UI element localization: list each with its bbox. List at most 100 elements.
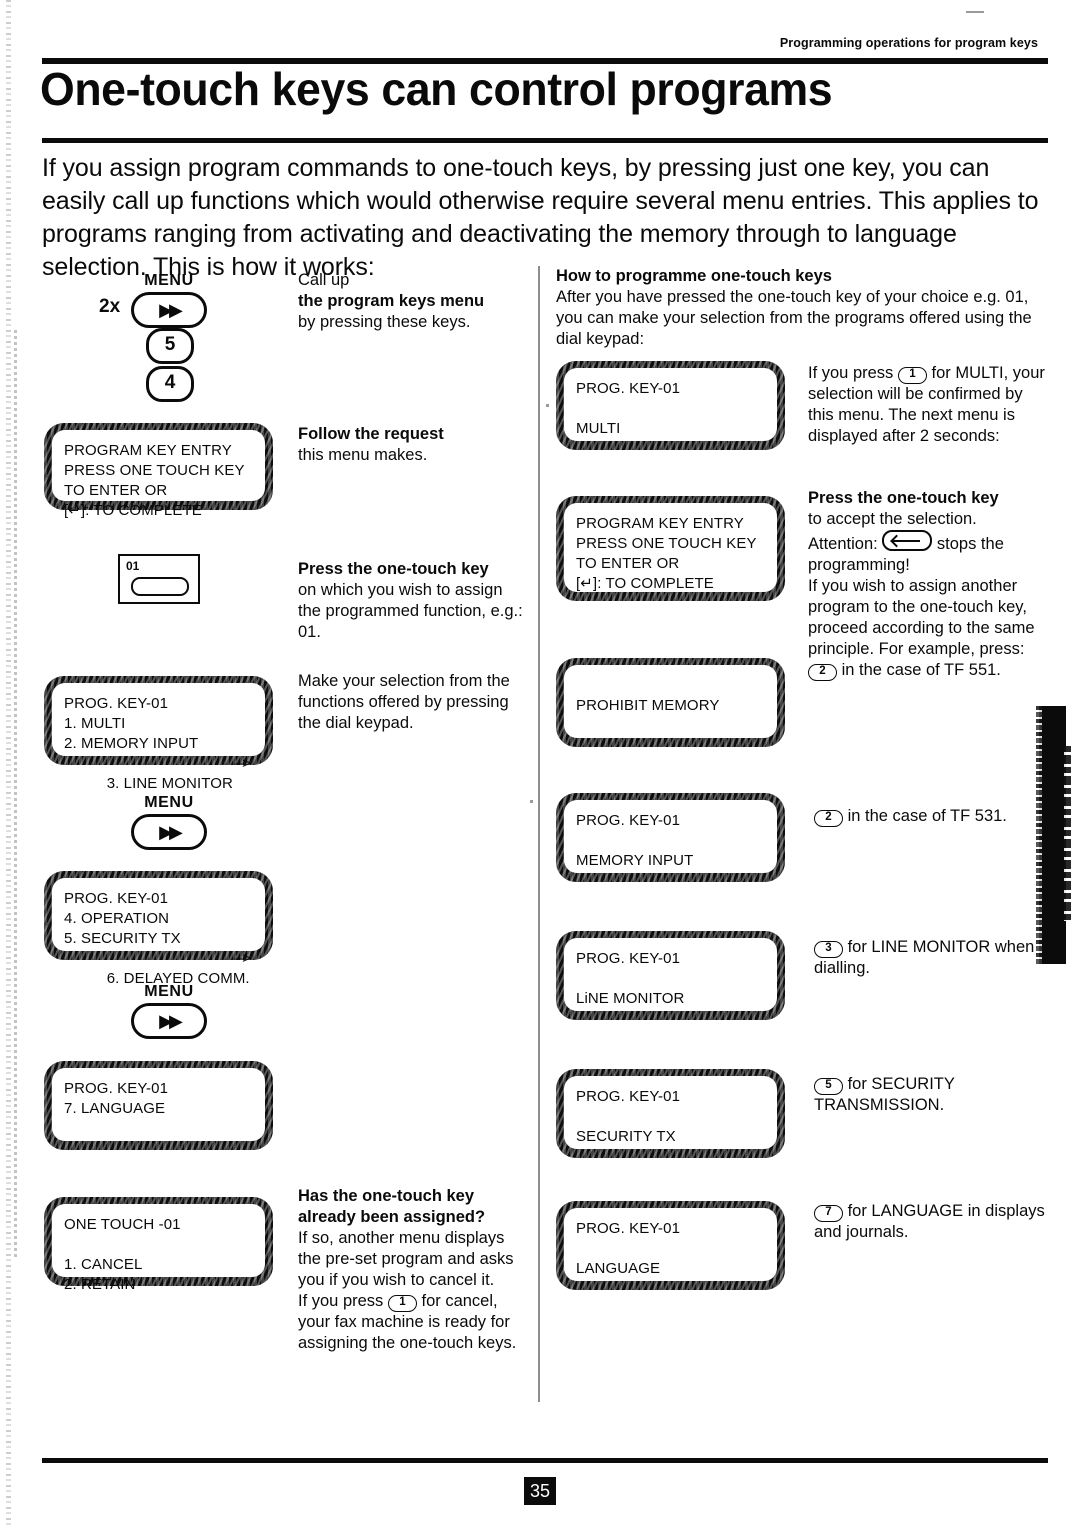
scan-speck	[966, 11, 984, 13]
note-press-line3: If you wish to assign another program to…	[808, 577, 1035, 658]
lcd-program-key-entry-right: PROGRAM KEY ENTRY PRESS ONE TOUCH KEY TO…	[556, 496, 785, 601]
next-page-arrow: –>	[233, 755, 251, 772]
lcd-one-touch-assigned: ONE TOUCH -01 1. CANCEL 2. RETAIN	[44, 1197, 273, 1293]
page-number: 35	[524, 1477, 556, 1505]
lcd-line: MEMORY INPUT	[576, 852, 694, 869]
step-already-assigned-body-b: If you press 1 for cancel, your fax mach…	[298, 1291, 530, 1354]
page-title: One-touch keys can control programs	[40, 63, 833, 115]
one-touch-key-number: 01	[126, 559, 140, 573]
menu-repeat-count: 2x	[99, 296, 121, 317]
one-touch-key-graphic[interactable]: 01	[118, 554, 200, 604]
lcd-screen: PROG. KEY-01 4. OPERATION 5. SECURITY TX…	[52, 878, 265, 987]
lcd-prog-key-menu-1: PROG. KEY-01 1. MULTI 2. MEMORY INPUT 3.…	[44, 676, 273, 792]
lcd-line: 1. MULTI	[64, 715, 126, 732]
digit-key-4[interactable]: 4	[146, 366, 194, 402]
lcd-blank-line	[576, 676, 765, 696]
intro-paragraph: If you assign program commands to one-to…	[42, 154, 1039, 281]
note-multi: If you press 1 for MULTI, your selection…	[808, 363, 1050, 447]
lcd-blank-line	[576, 1107, 765, 1127]
lcd-prohibit-memory: PROHIBIT MEMORY	[556, 658, 785, 747]
right-intro-block: How to programme one-touch keys After yo…	[556, 266, 1050, 350]
scan-edge-artifact-secondary	[14, 330, 17, 1260]
lcd-multi: PROG. KEY-01 MULTI	[556, 361, 785, 450]
lcd-blank-line	[576, 399, 765, 419]
lcd-line: MULTI	[576, 420, 621, 437]
step-already-assigned-body-a: If so, another menu displays the pre-set…	[298, 1229, 514, 1289]
menu-key-group-1: MENU 2x ▶▶	[99, 272, 224, 328]
lcd-line: 2. MEMORY INPUT	[64, 735, 199, 752]
lcd-line: PROG. KEY-01	[64, 1080, 169, 1097]
digit-key-5-group: 5	[128, 328, 212, 364]
lcd-line: 1. CANCEL	[64, 1256, 143, 1273]
lcd-line: LANGUAGE	[576, 1260, 661, 1277]
fast-forward-icon: ▶▶	[159, 300, 183, 320]
step-call-up-pre: Call up	[298, 271, 350, 289]
scan-speck	[546, 404, 549, 407]
lcd-screen: PROG. KEY-01 SECURITY TX	[564, 1076, 777, 1149]
lcd-line: LiNE MONITOR	[576, 990, 685, 1007]
step-press-one-touch-body: on which you wish to assign the programm…	[298, 581, 523, 641]
step-call-up-body: by pressing these keys.	[298, 313, 471, 331]
step-make-selection-body: Make your selection from the functions o…	[298, 672, 510, 732]
lcd-screen: PROHIBIT MEMORY	[564, 665, 777, 738]
lcd-line: 2. RETAIN	[64, 1276, 136, 1293]
lcd-line-monitor: PROG. KEY-01 LiNE MONITOR	[556, 931, 785, 1020]
lcd-line: PROGRAM KEY ENTRY	[576, 515, 744, 532]
note-press-line4: 2 in the case of TF 551.	[808, 660, 1050, 681]
digit-key-1-icon: 1	[387, 1295, 417, 1312]
note-line-monitor-text: 3 for LINE MONITOR when dialling.	[814, 937, 1050, 979]
menu-key-label: MENU	[144, 272, 194, 289]
note-press-line1: to accept the selection.	[808, 510, 977, 528]
lcd-line-text: 6. DELAYED COMM.	[106, 970, 250, 987]
lcd-line-text: 3. LINE MONITOR	[106, 775, 233, 792]
right-heading: How to programme one-touch keys	[556, 267, 832, 285]
lcd-screen: PROG. KEY-01 LANGUAGE	[564, 1208, 777, 1281]
lcd-line: TO ENTER OR	[576, 555, 680, 572]
lcd-line: TO ENTER OR	[64, 482, 168, 499]
thumb-index-tab	[1036, 706, 1071, 964]
note-press-heading: Press the one-touch key	[808, 489, 999, 507]
lcd-prog-key-menu-2: PROG. KEY-01 4. OPERATION 5. SECURITY TX…	[44, 871, 273, 987]
lcd-line: PROG. KEY-01	[576, 1088, 681, 1105]
step-call-up: Call up the program keys menu by pressin…	[298, 270, 530, 333]
digit-key-4-group: 4	[128, 366, 212, 402]
lcd-line: [↵]: TO COMPLETE	[576, 575, 714, 592]
digit-key-2-icon: 2	[814, 810, 843, 827]
lcd-language: PROG. KEY-01 LANGUAGE	[556, 1201, 785, 1290]
note-tf531-text: 2 in the case of TF 531.	[814, 806, 1050, 827]
header-rule-bottom	[42, 138, 1048, 143]
note-language-text: 7 for LANGUAGE in displays and journals.	[814, 1201, 1050, 1243]
lcd-line: PROHIBIT MEMORY	[576, 697, 720, 714]
lcd-line: PRESS ONE TOUCH KEY	[576, 535, 757, 552]
step-already-assigned: Has the one-touch key already been assig…	[298, 1186, 530, 1354]
lcd-line: [↵]: TO COMPLETE	[64, 502, 202, 519]
note-tf531: 2 in the case of TF 531.	[814, 806, 1050, 827]
lcd-blank-line	[576, 831, 765, 851]
lcd-screen: PROGRAM KEY ENTRY PRESS ONE TOUCH KEY TO…	[564, 503, 777, 592]
lcd-line: 6. DELAYED COMM. –>	[64, 949, 253, 1029]
note-tf531-post: in the case of TF 531.	[847, 807, 1007, 825]
cancel-note-pre: If you press	[298, 1292, 384, 1310]
scan-speck	[530, 800, 533, 803]
lcd-program-key-entry: PROGRAM KEY ENTRY PRESS ONE TOUCH KEY TO…	[44, 423, 273, 519]
digit-key-5-icon: 5	[814, 1078, 843, 1095]
lcd-memory-input: PROG. KEY-01 MEMORY INPUT	[556, 793, 785, 882]
digit-key-5[interactable]: 5	[146, 328, 194, 364]
step-follow-request-body: this menu makes.	[298, 446, 428, 464]
manual-page: Programming operations for program keys …	[0, 0, 1080, 1526]
digit-key-2-icon: 2	[808, 664, 837, 681]
lcd-line: PROG. KEY-01	[576, 950, 681, 967]
lcd-line: 7. LANGUAGE	[64, 1100, 166, 1117]
note-security: 5 for SECURITY TRANSMISSION.	[814, 1074, 1050, 1116]
lcd-blank-line	[576, 1239, 765, 1259]
note-press-line2: Attention: stops the programming!	[808, 530, 1050, 576]
step-call-up-heading: the program keys menu	[298, 292, 485, 310]
lcd-screen: PROG. KEY-01 7. LANGUAGE	[52, 1068, 265, 1141]
menu-key-button[interactable]: ▶▶	[131, 292, 207, 328]
note-multi-text: If you press 1 for MULTI, your selection…	[808, 363, 1050, 447]
lcd-line: PROGRAM KEY ENTRY	[64, 442, 232, 459]
lcd-line: PROG. KEY-01	[576, 380, 681, 397]
lcd-screen: ONE TOUCH -01 1. CANCEL 2. RETAIN	[52, 1204, 265, 1293]
step-make-selection: Make your selection from the functions o…	[298, 671, 530, 734]
step-already-assigned-heading: Has the one-touch key already been assig…	[298, 1187, 486, 1226]
